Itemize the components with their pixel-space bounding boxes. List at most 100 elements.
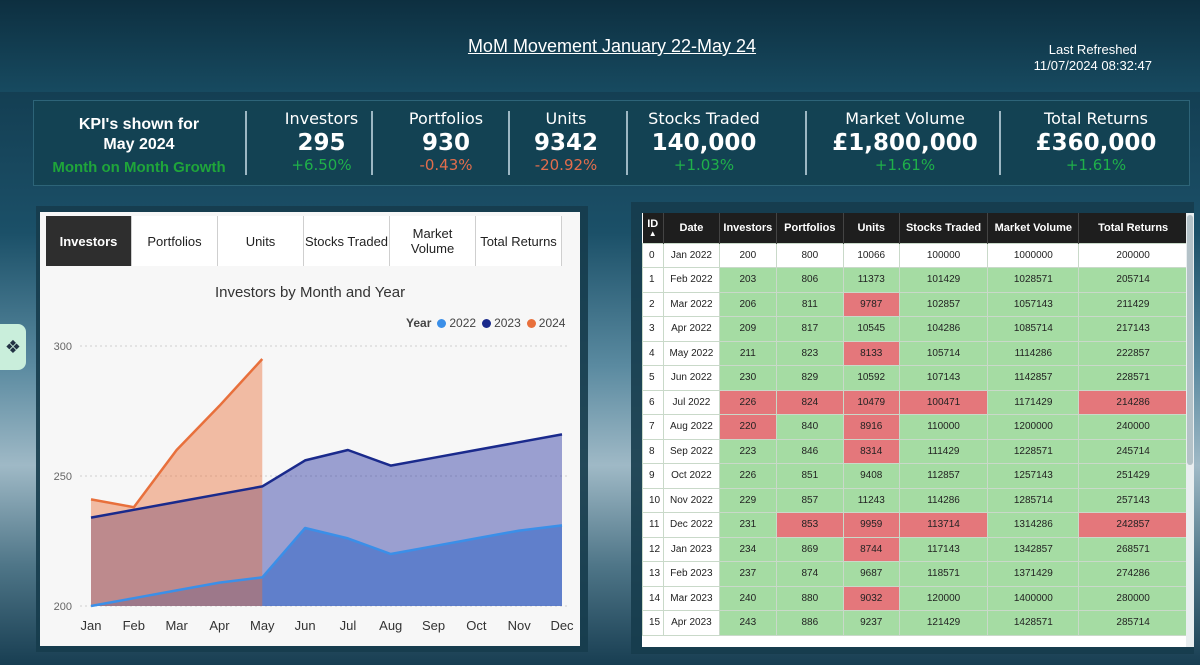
column-header-date[interactable]: Date [663, 213, 720, 243]
table-cell: 1428571 [987, 610, 1080, 636]
table-cell: 200 [718, 242, 777, 268]
table-cell: 226 [718, 463, 777, 489]
kpi-change: +1.61% [874, 156, 936, 174]
table-row[interactable]: 11 Dec 2022 231 853 9959 113714 1314286 242857 [642, 512, 1188, 538]
table-cell: 114286 [898, 487, 989, 513]
column-header-market-volume[interactable]: Market Volume [987, 213, 1080, 243]
table-cell: 6 [642, 389, 664, 415]
table-cell: 9408 [842, 463, 900, 489]
kpi-market-volume: Market Volume £1,800,000 +1.61% [830, 109, 980, 174]
table-row[interactable]: 5 Jun 2022 230 829 10592 107143 1142857 228571 [642, 365, 1188, 391]
table-cell: 886 [775, 610, 844, 636]
table-cell: 226 [718, 389, 777, 415]
table-cell: 1342857 [987, 536, 1080, 562]
column-header-portfolios[interactable]: Portfolios [776, 213, 844, 243]
kpi-value: 295 [297, 130, 346, 156]
table-row[interactable]: 7 Aug 2022 220 840 8916 110000 1200000 240000 [642, 414, 1188, 440]
table-row[interactable]: 12 Jan 2023 234 869 8744 117143 1342857 268571 [642, 536, 1188, 562]
table-cell: 280000 [1078, 585, 1188, 611]
table-cell: 105714 [898, 340, 989, 366]
table-cell: 102857 [898, 291, 989, 317]
table-header-row: ID ▲ Date Investors Portfolios Units Stocks Tr… [642, 213, 1188, 243]
table-row[interactable]: 13 Feb 2023 237 874 9687 118571 1371429 274286 [642, 561, 1188, 587]
table-cell: 8 [642, 438, 664, 464]
kpi-portfolios: Portfolios 930 -0.43% [396, 109, 496, 174]
table-row[interactable]: 14 Mar 2023 240 880 9032 120000 1400000 280000 [642, 585, 1188, 611]
column-header-id[interactable]: ID ▲ [642, 213, 664, 243]
area-chart[interactable]: 200 250 300 Jan Feb Mar Apr May Jun Jul Aug Sep Oct N… [40, 212, 580, 646]
table-scrollbar[interactable] [1186, 213, 1194, 647]
table-cell: 209 [718, 316, 777, 342]
column-header-units[interactable]: Units [843, 213, 900, 243]
table-row[interactable]: 3 Apr 2022 209 817 10545 104286 1085714 217143 [642, 316, 1188, 342]
kpi-bar: KPI's shown for May 2024 Month on Month … [33, 100, 1190, 186]
x-tick-label: Dec [550, 618, 574, 633]
table-cell: 110000 [898, 414, 989, 440]
table-cell: 824 [775, 389, 844, 415]
table-cell: 9237 [842, 610, 900, 636]
table-cell: 15 [642, 610, 664, 636]
table-cell: 240000 [1078, 414, 1188, 440]
kpi-value: £1,800,000 [832, 130, 978, 156]
table-cell: 1057143 [987, 291, 1080, 317]
table-row[interactable]: 10 Nov 2022 229 857 11243 114286 1285714 257143 [642, 487, 1188, 513]
table-cell: 1 [642, 267, 664, 293]
table-cell: Nov 2022 [662, 487, 720, 513]
diamond-grid-icon[interactable]: ❖ [0, 324, 26, 370]
page-title[interactable]: MoM Movement January 22-May 24 [0, 36, 1200, 57]
table-cell: 11373 [842, 267, 900, 293]
kpi-units: Units 9342 -20.92% [521, 109, 611, 174]
table-row[interactable]: 6 Jul 2022 226 824 10479 100471 1171429 214286 [642, 389, 1188, 415]
table-cell: 230 [718, 365, 777, 391]
table-cell: 853 [775, 512, 844, 538]
table-cell: 10479 [842, 389, 900, 415]
y-tick-label: 250 [54, 471, 72, 483]
table-cell: 9032 [842, 585, 900, 611]
table-cell: 121429 [898, 610, 989, 636]
header-bar: MoM Movement January 22-May 24 Last Refr… [0, 0, 1200, 92]
kpi-intro-line1: KPI's shown for [78, 116, 200, 133]
table-cell: 800 [775, 242, 844, 268]
table-cell: 1314286 [987, 512, 1080, 538]
table-row[interactable]: 4 May 2022 211 823 8133 105714 1114286 222857 [642, 340, 1188, 366]
table-cell: 12 [642, 536, 664, 562]
table-cell: 9687 [842, 561, 900, 587]
kpi-investors: Investors 295 +6.50% [274, 109, 369, 174]
table-cell: 251429 [1078, 463, 1188, 489]
table-cell: 1000000 [987, 242, 1080, 268]
table-cell: 1200000 [987, 414, 1080, 440]
table-cell: 811 [775, 291, 844, 317]
table-row[interactable]: 8 Sep 2022 223 846 8314 111429 1228571 245714 [642, 438, 1188, 464]
sort-ascending-icon[interactable]: ▲ [645, 229, 661, 238]
table-row[interactable]: 1 Feb 2022 203 806 11373 101429 1028571 205714 [642, 267, 1188, 293]
table-cell: 228571 [1078, 365, 1188, 391]
table-cell: 203 [718, 267, 777, 293]
table-cell: 1085714 [987, 316, 1080, 342]
table-cell: 806 [775, 267, 844, 293]
table-cell: 268571 [1078, 536, 1188, 562]
scrollbar-thumb[interactable] [1187, 215, 1193, 465]
table-row[interactable]: 15 Apr 2023 243 886 9237 121429 1428571 285714 [642, 610, 1188, 636]
table-cell: 2 [642, 291, 664, 317]
kpi-intro: KPI's shown for May 2024 Month on Month … [34, 115, 244, 176]
table-cell: 112857 [898, 463, 989, 489]
table-cell: 217143 [1078, 316, 1188, 342]
column-header-total-returns[interactable]: Total Returns [1078, 213, 1188, 243]
x-tick-label: Sep [422, 618, 445, 633]
kpi-intro-line3: Month on Month Growth [52, 159, 226, 176]
table-cell: 1028571 [987, 267, 1080, 293]
kpi-divider [626, 111, 628, 175]
column-header-stocks-traded[interactable]: Stocks Traded [899, 213, 989, 243]
table-cell: 231 [718, 512, 777, 538]
table-cell: 229 [718, 487, 777, 513]
table-cell: 5 [642, 365, 664, 391]
data-table-panel: ID ▲ Date Investors Portfolios Units Stocks Tr… [642, 213, 1188, 647]
table-cell: 13 [642, 561, 664, 587]
column-header-investors[interactable]: Investors [719, 213, 777, 243]
kpi-label: Stocks Traded [648, 109, 760, 128]
table-row[interactable]: 2 Mar 2022 206 811 9787 102857 1057143 211429 [642, 291, 1188, 317]
table-cell: 851 [775, 463, 844, 489]
table-row[interactable]: 0 Jan 2022 200 800 10066 100000 1000000 200000 [642, 242, 1188, 268]
table-row[interactable]: 9 Oct 2022 226 851 9408 112857 1257143 251429 [642, 463, 1188, 489]
table-cell: 214286 [1078, 389, 1188, 415]
